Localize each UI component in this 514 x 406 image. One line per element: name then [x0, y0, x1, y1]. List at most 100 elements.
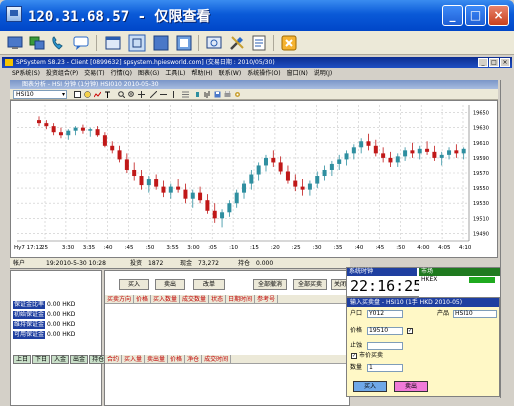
- candle-body: [403, 150, 408, 157]
- candle-body: [285, 171, 290, 181]
- y-tick-label: 19650: [473, 111, 489, 117]
- crosshair-icon[interactable]: [138, 91, 145, 98]
- full-screen-icon[interactable]: [152, 34, 170, 52]
- price-input[interactable]: 19510: [367, 327, 403, 335]
- app-close-button[interactable]: ×: [500, 58, 510, 67]
- column-header: 买入量: [122, 355, 146, 364]
- menu-item-contact[interactable]: 联系(W): [219, 70, 242, 77]
- disconnect-icon[interactable]: [280, 34, 298, 52]
- market-status: 市场 HKEX: [419, 268, 501, 297]
- tab-withdraw[interactable]: 出金: [70, 355, 89, 364]
- fibonacci-icon[interactable]: [182, 91, 189, 98]
- column-header: 买入数量: [151, 295, 181, 304]
- zoom-out-icon[interactable]: [128, 91, 135, 98]
- new-chart-icon[interactable]: [74, 91, 81, 98]
- chart-canvas[interactable]: 19650 19630 19610 19590 19570 19550 19530 19510…: [11, 101, 498, 258]
- column-header: 买卖方向: [105, 295, 135, 304]
- screen-icon[interactable]: [6, 34, 24, 52]
- candle-icon[interactable]: [194, 91, 201, 98]
- stat-row: 可用保证金 0.00 HKD: [13, 331, 101, 339]
- candle-body: [44, 123, 49, 127]
- maximize-button[interactable]: □: [465, 5, 486, 26]
- close-button[interactable]: ×: [488, 5, 509, 26]
- right-scroll-strip[interactable]: [500, 80, 514, 398]
- app-maximize-button[interactable]: □: [489, 58, 499, 67]
- account-field[interactable]: Y012: [367, 310, 403, 318]
- save-icon[interactable]: [214, 91, 221, 98]
- line-chart-icon[interactable]: [94, 91, 101, 98]
- trade-all-button[interactable]: 全部买卖: [293, 279, 327, 290]
- market-price-label: 市价买卖: [359, 352, 384, 359]
- bar-icon[interactable]: [204, 91, 211, 98]
- candle-body: [373, 145, 378, 154]
- candle-body: [88, 129, 93, 131]
- tab-next-day[interactable]: 下日: [32, 355, 51, 364]
- menu-item-tools[interactable]: 工具(L): [165, 70, 185, 77]
- market-price-checkbox[interactable]: ✓: [351, 353, 357, 359]
- quantity-input[interactable]: 1: [367, 364, 403, 372]
- candle-body: [73, 127, 78, 131]
- modify-order-button[interactable]: 改单: [193, 279, 225, 290]
- order-entry-panel: 输入买卖盘 - HSI10 (1手 HKD 2010-05) 户口 Y012 产…: [346, 297, 500, 397]
- sell-button[interactable]: 卖出: [394, 381, 428, 392]
- stat-value: 0.00 HKD: [47, 301, 76, 308]
- menu-item-operation[interactable]: 系统操作(O): [247, 70, 280, 77]
- scale-icon[interactable]: [175, 34, 193, 52]
- spsystem-icon: [5, 59, 13, 66]
- menu-item-portfolio[interactable]: 投资组合(P): [46, 70, 78, 77]
- menu-item-trade[interactable]: 交易(T): [84, 70, 104, 77]
- text-tool-icon[interactable]: [104, 91, 111, 98]
- x-tick-label: :15: [250, 245, 259, 251]
- tab-deposit[interactable]: 入金: [51, 355, 70, 364]
- stop-input[interactable]: [367, 342, 403, 350]
- phone-icon[interactable]: [50, 34, 68, 52]
- app-title-bar: SPSystem S8.23 - Client [0899632] spsyst…: [2, 57, 512, 68]
- app-minimize-button[interactable]: _: [478, 58, 488, 67]
- menu-item-window[interactable]: 窗口(N): [287, 70, 308, 77]
- candle-body: [139, 176, 144, 186]
- account-header: 帐户 19:2010-5-30 10:28 投资 1872 现金 73,272 …: [10, 258, 350, 269]
- buy-button[interactable]: 买入: [353, 381, 387, 392]
- candle-body: [80, 127, 85, 131]
- zoom-in-icon[interactable]: [118, 91, 125, 98]
- x-tick-label: :40: [355, 245, 364, 251]
- sell-order-button[interactable]: 卖出: [155, 279, 185, 290]
- settings-icon[interactable]: [234, 91, 241, 98]
- menu-item-help[interactable]: 帮助(H): [191, 70, 212, 77]
- menu-item-quote[interactable]: 行情(Q): [111, 70, 132, 77]
- price-lock-checkbox[interactable]: ✓: [407, 328, 413, 334]
- print-icon[interactable]: [224, 91, 231, 98]
- buy-order-button[interactable]: 买入: [119, 279, 149, 290]
- y-tick-label: 19510: [473, 216, 489, 222]
- stat-label: 初始保证金: [13, 311, 46, 319]
- minimize-button[interactable]: _: [442, 5, 463, 26]
- period-icon[interactable]: [84, 91, 91, 98]
- tab-prev-day[interactable]: 上日: [13, 355, 32, 364]
- transfer-icon[interactable]: [28, 34, 46, 52]
- files-icon[interactable]: [250, 34, 268, 52]
- refresh-icon[interactable]: [205, 34, 223, 52]
- candle-body: [417, 148, 422, 154]
- window-icon[interactable]: [104, 34, 122, 52]
- vertical-line-icon[interactable]: [170, 91, 177, 98]
- fit-screen-icon[interactable]: [128, 34, 146, 52]
- tools-icon[interactable]: [228, 34, 246, 52]
- chat-icon[interactable]: [72, 34, 90, 52]
- cancel-all-button[interactable]: 全部撤消: [253, 279, 287, 290]
- app-title: SPSystem S8.23 - Client [0899632] spsyst…: [16, 59, 275, 66]
- x-tick-label: 4:05: [438, 245, 451, 251]
- draw-line-icon[interactable]: [150, 91, 157, 98]
- product-label: 产品: [437, 310, 450, 317]
- account-header-position-label: 持仓: [238, 260, 251, 267]
- column-header: 状态: [209, 295, 227, 304]
- symbol-select[interactable]: HSI10: [13, 90, 67, 99]
- column-header: 净仓: [185, 355, 203, 364]
- viewer-title: 120.31.68.57 - 仅限查看: [28, 9, 211, 25]
- menu-item-system[interactable]: SP系统(S): [12, 70, 40, 77]
- menu-item-chart[interactable]: 图表(G): [138, 70, 159, 77]
- candlestick-chart[interactable]: 19650 19630 19610 19590 19570 19550 19530 19510…: [10, 100, 498, 258]
- horizontal-line-icon[interactable]: [160, 91, 167, 98]
- menu-item-about[interactable]: 说明(J): [314, 70, 332, 77]
- candle-body: [439, 154, 444, 158]
- product-select[interactable]: HSI10: [453, 310, 497, 318]
